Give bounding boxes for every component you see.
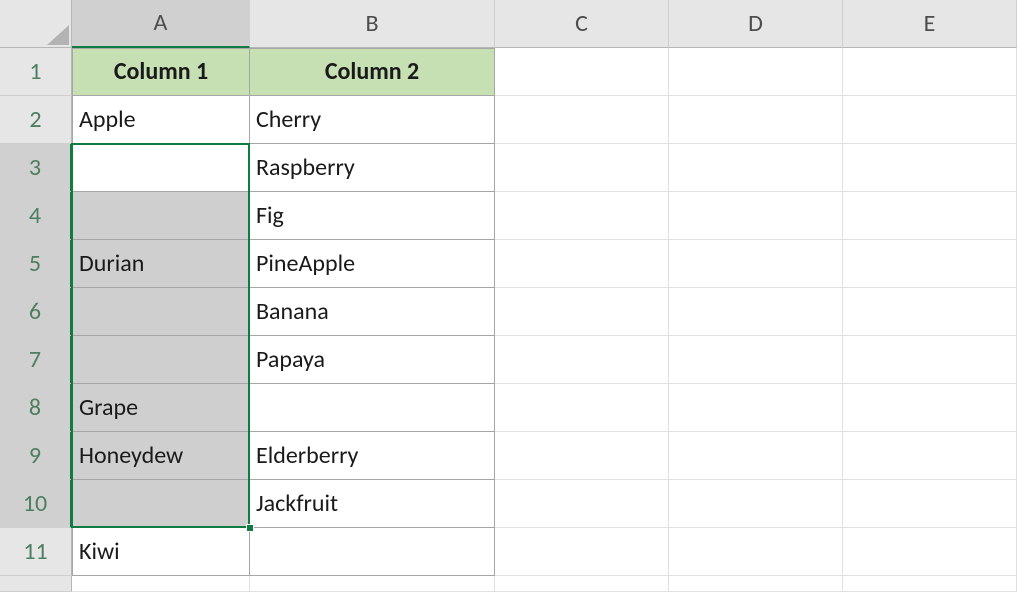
cell-E5[interactable] [843, 240, 1017, 288]
cell-A5[interactable]: Durian [72, 240, 250, 288]
cell-D1[interactable] [669, 48, 843, 96]
cell-C6[interactable] [495, 288, 669, 336]
cell-E1[interactable] [843, 48, 1017, 96]
row-header-2[interactable]: 2 [0, 96, 72, 144]
cell-C4[interactable] [495, 192, 669, 240]
cell-A4[interactable] [72, 192, 250, 240]
row-header-12[interactable] [0, 576, 72, 592]
row-header-11[interactable]: 11 [0, 528, 72, 576]
col-header-A[interactable]: A [72, 0, 250, 48]
cell-A7[interactable] [72, 336, 250, 384]
cell-D9[interactable] [669, 432, 843, 480]
cell-C3[interactable] [495, 144, 669, 192]
cell-E12[interactable] [843, 576, 1017, 592]
cell-C8[interactable] [495, 384, 669, 432]
cell-B9[interactable]: Elderberry [250, 432, 495, 480]
cell-C12[interactable] [495, 576, 669, 592]
cell-C9[interactable] [495, 432, 669, 480]
cell-D5[interactable] [669, 240, 843, 288]
cell-C7[interactable] [495, 336, 669, 384]
cell-D6[interactable] [669, 288, 843, 336]
col-header-C[interactable]: C [495, 0, 669, 48]
select-all-corner[interactable] [0, 0, 72, 48]
cell-A8[interactable]: Grape [72, 384, 250, 432]
cell-D7[interactable] [669, 336, 843, 384]
cell-A1[interactable]: Column 1 [72, 48, 250, 96]
cell-A6[interactable] [72, 288, 250, 336]
cell-A10[interactable] [72, 480, 250, 528]
cell-D10[interactable] [669, 480, 843, 528]
cell-B6[interactable]: Banana [250, 288, 495, 336]
cell-E7[interactable] [843, 336, 1017, 384]
spreadsheet-grid[interactable]: A B C D E 1 Column 1 Column 2 2 Apple Ch… [0, 0, 1024, 592]
cell-B2[interactable]: Cherry [250, 96, 495, 144]
row-header-7[interactable]: 7 [0, 336, 72, 384]
cell-A11[interactable]: Kiwi [72, 528, 250, 576]
row-header-3[interactable]: 3 [0, 144, 72, 192]
cell-D3[interactable] [669, 144, 843, 192]
cell-B7[interactable]: Papaya [250, 336, 495, 384]
cell-C11[interactable] [495, 528, 669, 576]
cell-B4[interactable]: Fig [250, 192, 495, 240]
cell-D2[interactable] [669, 96, 843, 144]
cell-D8[interactable] [669, 384, 843, 432]
cell-B12[interactable] [250, 576, 495, 592]
cell-B8[interactable] [250, 384, 495, 432]
cell-E9[interactable] [843, 432, 1017, 480]
col-header-D[interactable]: D [669, 0, 843, 48]
row-header-1[interactable]: 1 [0, 48, 72, 96]
row-header-5[interactable]: 5 [0, 240, 72, 288]
row-header-6[interactable]: 6 [0, 288, 72, 336]
cell-B11[interactable] [250, 528, 495, 576]
cell-D12[interactable] [669, 576, 843, 592]
cell-C2[interactable] [495, 96, 669, 144]
cell-E11[interactable] [843, 528, 1017, 576]
cell-B3[interactable]: Raspberry [250, 144, 495, 192]
col-header-E[interactable]: E [843, 0, 1017, 48]
row-header-10[interactable]: 10 [0, 480, 72, 528]
fill-handle[interactable] [246, 524, 254, 532]
cell-E8[interactable] [843, 384, 1017, 432]
cell-A3[interactable] [72, 144, 250, 192]
cell-D11[interactable] [669, 528, 843, 576]
cell-E2[interactable] [843, 96, 1017, 144]
row-header-8[interactable]: 8 [0, 384, 72, 432]
cell-E3[interactable] [843, 144, 1017, 192]
cell-C5[interactable] [495, 240, 669, 288]
cell-A9[interactable]: Honeydew [72, 432, 250, 480]
cell-B1[interactable]: Column 2 [250, 48, 495, 96]
cell-B5[interactable]: PineApple [250, 240, 495, 288]
cell-B10[interactable]: Jackfruit [250, 480, 495, 528]
cell-E6[interactable] [843, 288, 1017, 336]
cell-C1[interactable] [495, 48, 669, 96]
cell-E4[interactable] [843, 192, 1017, 240]
cell-A2[interactable]: Apple [72, 96, 250, 144]
cell-D4[interactable] [669, 192, 843, 240]
cell-E10[interactable] [843, 480, 1017, 528]
row-header-9[interactable]: 9 [0, 432, 72, 480]
row-header-4[interactable]: 4 [0, 192, 72, 240]
cell-A12[interactable] [72, 576, 250, 592]
cell-C10[interactable] [495, 480, 669, 528]
col-header-B[interactable]: B [250, 0, 495, 48]
